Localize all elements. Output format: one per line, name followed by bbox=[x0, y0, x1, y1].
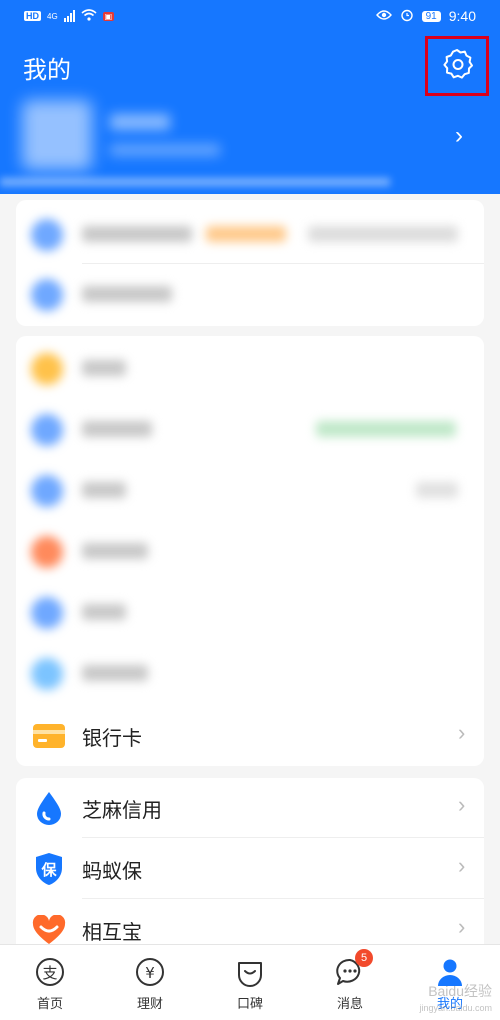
avatar bbox=[22, 100, 92, 170]
list-item[interactable] bbox=[16, 338, 484, 398]
list-item[interactable] bbox=[16, 399, 484, 459]
chevron-right-icon: › bbox=[458, 720, 466, 745]
watermark-url: jingyan.baidu.com bbox=[419, 1003, 492, 1013]
list-item[interactable] bbox=[16, 264, 484, 324]
unread-badge: 5 bbox=[355, 949, 373, 967]
notification-app-icon: ▣ bbox=[102, 11, 115, 21]
blurred-icon bbox=[31, 414, 63, 446]
user-account-blurred bbox=[110, 144, 220, 156]
status-bar: HD 4G ▣ 91 9:40 bbox=[0, 0, 500, 32]
blurred-tag bbox=[206, 226, 286, 242]
bank-card-label: 银行卡 bbox=[82, 728, 142, 750]
blurred-icon bbox=[31, 353, 63, 385]
clock: 9:40 bbox=[448, 8, 476, 24]
network-type: 4G bbox=[47, 11, 58, 21]
bank-card-row[interactable]: 银行卡 › bbox=[16, 706, 484, 766]
tab-wealth[interactable]: ¥ 理财 bbox=[100, 945, 200, 1020]
alarm-icon bbox=[400, 8, 414, 25]
chevron-right-icon: › bbox=[458, 914, 466, 939]
blurred-label bbox=[82, 482, 126, 498]
chevron-right-icon: › bbox=[458, 853, 466, 878]
watermark: Baidu经验 bbox=[428, 983, 492, 999]
divider bbox=[82, 898, 484, 899]
bottom-tab-bar: 支 首页 ¥ 理财 口碑 5 消息 我的 Baidu经验 jingyan.bai… bbox=[0, 944, 500, 1020]
blurred-icon bbox=[31, 219, 63, 251]
blurred-icon bbox=[31, 658, 63, 690]
svg-text:支: 支 bbox=[42, 964, 57, 982]
blurred-value bbox=[308, 226, 458, 242]
settings-button[interactable] bbox=[425, 36, 489, 96]
chevron-right-icon: › bbox=[455, 122, 463, 149]
eye-icon bbox=[375, 9, 392, 24]
yuan-icon: ¥ bbox=[133, 955, 167, 989]
profile-card[interactable]: › bbox=[0, 92, 500, 187]
list-item[interactable] bbox=[16, 582, 484, 642]
bank-card-icon bbox=[31, 720, 67, 752]
list-item[interactable] bbox=[16, 460, 484, 520]
svg-text:¥: ¥ bbox=[145, 964, 155, 982]
blurred-icon bbox=[31, 597, 63, 629]
card-assets bbox=[16, 200, 484, 326]
blurred-label bbox=[82, 543, 148, 559]
sesame-credit-label: 芝麻信用 bbox=[82, 800, 162, 822]
tab-messages[interactable]: 5 消息 bbox=[300, 945, 400, 1020]
hd-badge: HD bbox=[24, 11, 41, 21]
status-left: HD 4G ▣ bbox=[24, 8, 115, 24]
sesame-drop-icon bbox=[31, 792, 67, 825]
tab-label: 消息 bbox=[336, 996, 363, 1011]
blurred-icon bbox=[31, 279, 63, 311]
sesame-credit-row[interactable]: 芝麻信用 › bbox=[16, 778, 484, 838]
blurred-label bbox=[82, 226, 192, 242]
xianghubao-label: 相互宝 bbox=[82, 922, 142, 944]
blurred-icon bbox=[31, 536, 63, 568]
signal-icon bbox=[63, 10, 75, 22]
blurred-icon bbox=[31, 475, 63, 507]
profile-strip-blurred bbox=[0, 178, 390, 186]
blurred-tag bbox=[316, 421, 456, 437]
status-right: 91 9:40 bbox=[375, 8, 476, 25]
divider bbox=[82, 837, 484, 838]
tab-label: 理财 bbox=[136, 996, 163, 1011]
battery-icon: 91 bbox=[421, 10, 441, 22]
card-credit: 芝麻信用 › 保 蚂蚁保 › 相互宝 › bbox=[16, 778, 484, 948]
wifi-icon bbox=[81, 8, 97, 24]
list-item[interactable] bbox=[16, 643, 484, 703]
blurred-label bbox=[82, 665, 148, 681]
blurred-value bbox=[416, 482, 458, 498]
card-services: 银行卡 › bbox=[16, 336, 484, 766]
blurred-label bbox=[82, 286, 172, 302]
chevron-right-icon: › bbox=[458, 792, 466, 817]
tab-home[interactable]: 支 首页 bbox=[0, 945, 100, 1020]
shield-icon: 保 bbox=[31, 853, 67, 885]
chat-bubble-icon: 5 bbox=[333, 949, 373, 989]
xianghubao-row[interactable]: 相互宝 › bbox=[16, 900, 484, 948]
tab-label: 口碑 bbox=[236, 996, 263, 1011]
ant-insurance-row[interactable]: 保 蚂蚁保 › bbox=[16, 839, 484, 899]
blurred-label bbox=[82, 604, 126, 620]
blurred-label bbox=[82, 360, 126, 376]
heart-icon bbox=[31, 914, 67, 946]
header: 我的 › bbox=[0, 32, 500, 194]
user-name-blurred bbox=[110, 114, 170, 130]
list-item[interactable] bbox=[16, 204, 484, 264]
tab-koubei[interactable]: 口碑 bbox=[200, 945, 300, 1020]
list-item[interactable] bbox=[16, 521, 484, 581]
tab-label: 首页 bbox=[36, 996, 63, 1011]
smile-bag-icon bbox=[233, 955, 267, 989]
ant-insurance-label: 蚂蚁保 bbox=[82, 861, 142, 883]
blurred-label bbox=[82, 421, 152, 437]
svg-text:保: 保 bbox=[40, 861, 57, 879]
gear-icon bbox=[440, 47, 474, 86]
alipay-home-icon: 支 bbox=[33, 955, 67, 989]
page-title: 我的 bbox=[23, 57, 71, 84]
